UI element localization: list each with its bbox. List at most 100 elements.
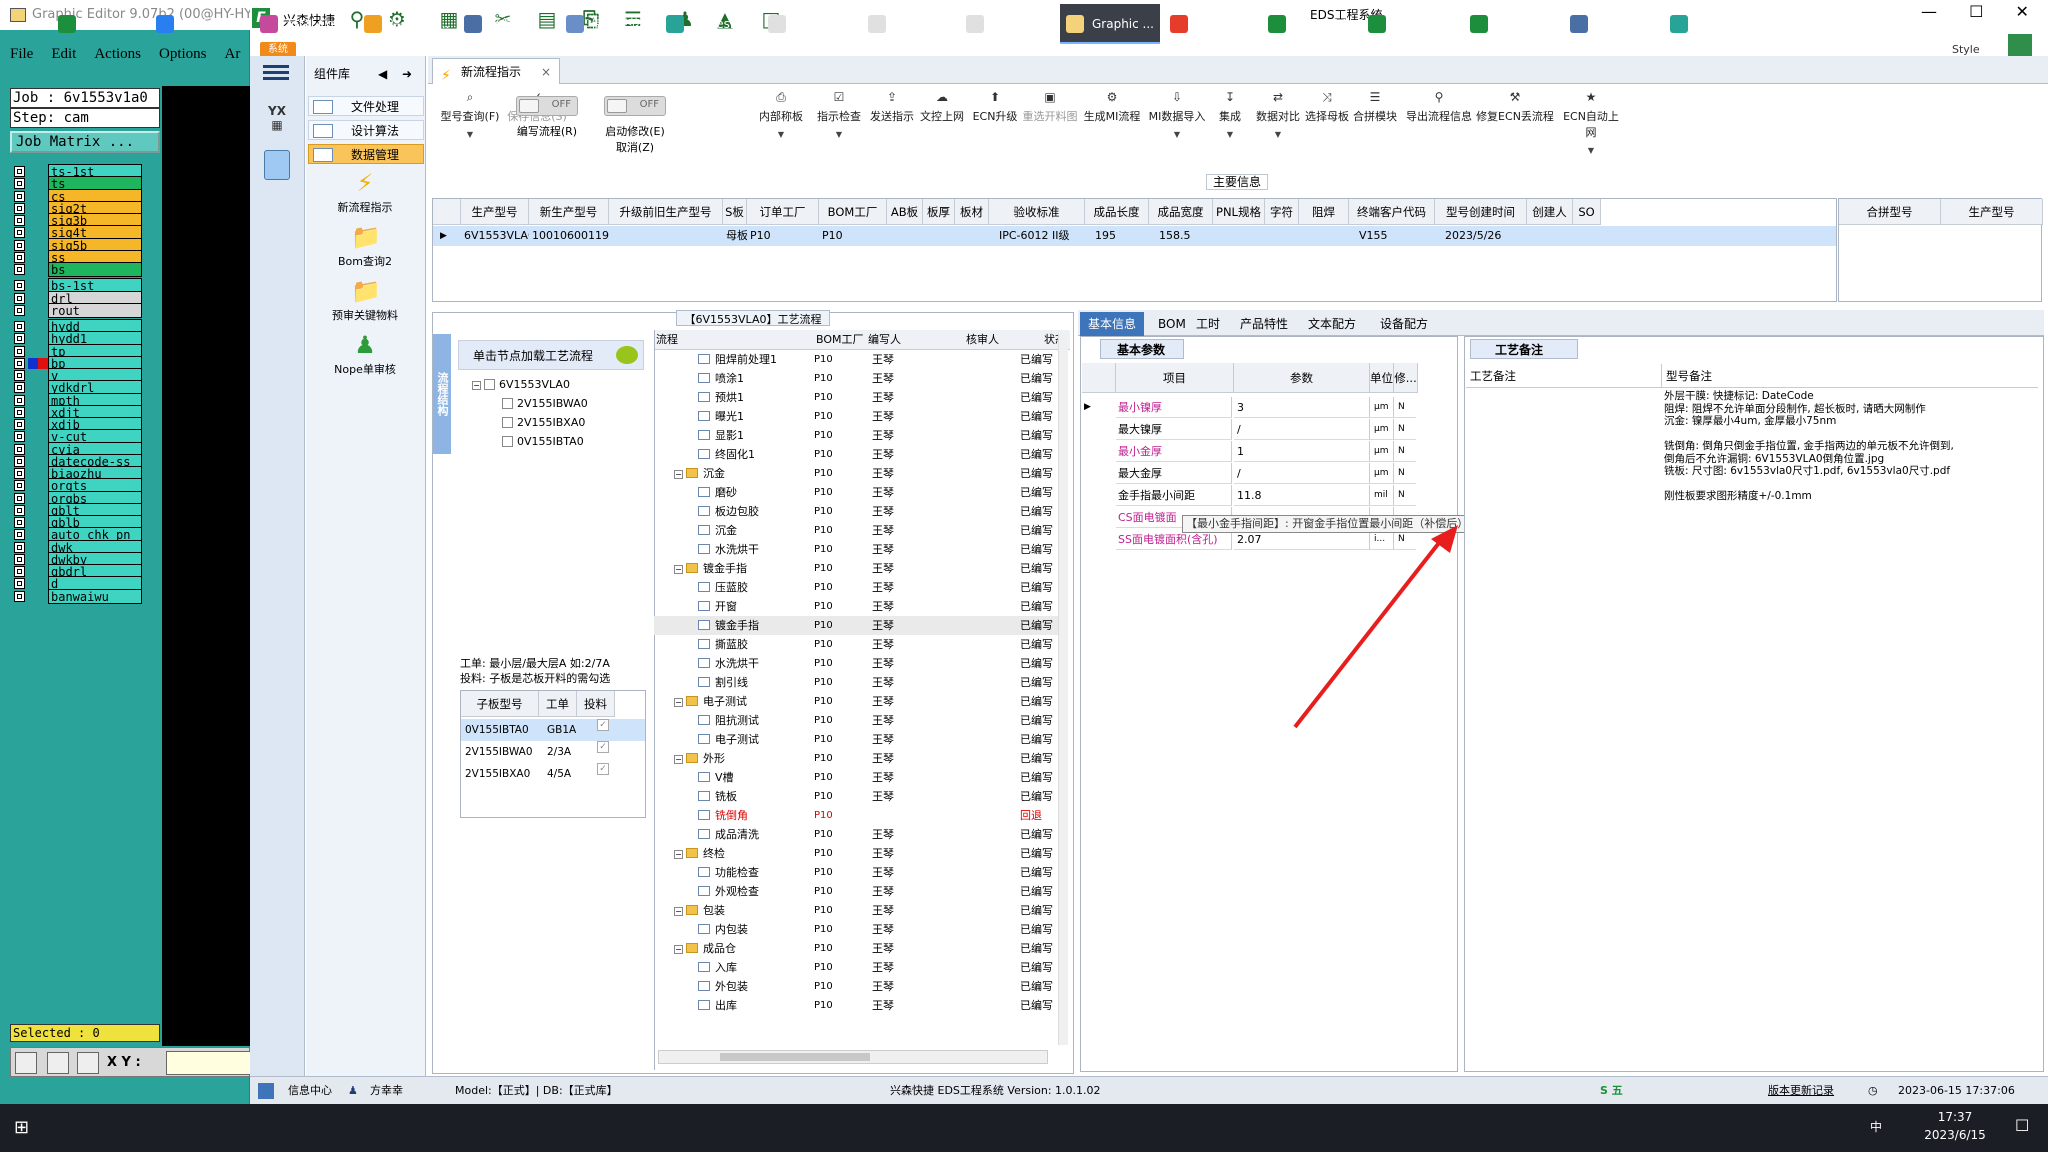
chevron-down-icon[interactable]: ▼ <box>1146 130 1208 139</box>
ge-menu-file[interactable]: File <box>10 46 33 70</box>
column-header[interactable]: 单位 <box>1370 363 1394 393</box>
taskbar-app[interactable]: EDS工程... <box>52 4 146 44</box>
table-cell[interactable] <box>1573 227 1601 245</box>
column-header[interactable]: 订单工厂 <box>747 199 819 225</box>
measure-tool-icon[interactable] <box>47 1052 69 1074</box>
list-item[interactable]: 出库 P10 王琴 已编写 <box>654 996 1058 1015</box>
taskbar-app[interactable]: 8V3L804... <box>1362 4 1460 44</box>
feed-checkbox[interactable]: ✓ <box>597 763 609 775</box>
hamburger-icon[interactable] <box>263 62 289 84</box>
ge-menu-edit[interactable]: Edit <box>51 46 76 70</box>
taskbar-app[interactable]: CAM_Gu... <box>1664 4 1760 44</box>
column-header[interactable]: 阻焊 <box>1299 199 1349 225</box>
chevron-down-icon[interactable]: ▼ <box>1558 146 1624 155</box>
model-notes-text[interactable]: 外层干膜: 快捷标记: DateCode 阻焊: 阻焊不允许单面分段制作, 超长… <box>1664 390 2034 530</box>
tab-4[interactable]: 文本配方 <box>1300 312 1364 336</box>
taskbar-app[interactable]: V3L8-71 <box>1464 4 1560 44</box>
flow-structure-side-tab[interactable]: 流程结构 <box>433 334 451 454</box>
taskbar-app[interactable]: Enginee... <box>762 4 856 44</box>
taskbar-app[interactable]: Total Co... <box>254 4 352 44</box>
library-item[interactable]: 文件处理 <box>308 96 424 116</box>
tab-new-flow[interactable]: ⚡ 新流程指示 × <box>432 58 560 84</box>
list-item[interactable]: 成品清洗 P10 王琴 已编写 <box>654 825 1058 844</box>
layer-checkbox[interactable] <box>14 304 25 316</box>
graphic-canvas[interactable] <box>162 86 250 1046</box>
list-item[interactable]: 水洗烘干 P10 王琴 已编写 <box>654 654 1058 673</box>
layer-checkbox[interactable] <box>14 590 25 602</box>
param-value[interactable]: 11.8 <box>1234 485 1370 506</box>
list-item[interactable]: 曝光1 P10 王琴 已编写 <box>654 407 1058 426</box>
column-header[interactable]: 工单 <box>539 691 577 717</box>
edit-toggle[interactable]: OFF <box>604 96 666 116</box>
list-item[interactable]: 外包装 P10 王琴 已编写 <box>654 977 1058 996</box>
toolbar-button[interactable]: ★ ECN自动上网 ▼ <box>1558 86 1624 155</box>
list-item[interactable]: 阻抗测试 P10 王琴 已编写 <box>654 711 1058 730</box>
column-header[interactable]: 子板型号 <box>461 691 539 717</box>
toolbar-button[interactable]: ⇄ 数据对比 ▼ <box>1254 86 1302 152</box>
zoom-tool-icon[interactable] <box>15 1052 37 1074</box>
column-header[interactable]: 成品宽度 <box>1149 199 1213 225</box>
taskbar-app[interactable]: Graphic ... <box>1060 4 1160 44</box>
list-item[interactable]: 铣倒角 P10 回退 <box>654 806 1058 825</box>
info-center[interactable]: 信息中心 <box>288 1077 332 1105</box>
calculator-icon[interactable] <box>264 150 290 180</box>
tree-collapse-icon[interactable]: − <box>674 850 683 859</box>
list-item[interactable]: − 沉金 P10 王琴 已编写 <box>654 464 1058 483</box>
table-row[interactable]: 最大镍厚 / μm N <box>1082 419 1418 440</box>
tab-close-icon[interactable]: × <box>541 59 551 85</box>
table-cell[interactable]: 195 <box>1085 227 1149 245</box>
column-header[interactable]: 创建人 <box>1527 199 1573 225</box>
toolbar-button[interactable]: ⇩ MI数据导入 ▼ <box>1146 86 1208 152</box>
tree-collapse-icon[interactable]: − <box>674 470 683 479</box>
tree-checkbox[interactable] <box>502 436 513 447</box>
column-header[interactable]: 板厚 <box>923 199 955 225</box>
table-cell[interactable]: 母板 <box>723 227 747 245</box>
list-item[interactable]: − 终检 P10 王琴 已编写 <box>654 844 1058 863</box>
column-header[interactable]: SO <box>1573 199 1601 225</box>
list-item[interactable]: − 包装 P10 王琴 已编写 <box>654 901 1058 920</box>
table-cell[interactable]: P10 <box>819 227 887 245</box>
list-item[interactable]: 外观检查 P10 王琴 已编写 <box>654 882 1058 901</box>
taskbar-app[interactable]: 8V3L804... <box>1262 4 1359 44</box>
ge-menu-actions[interactable]: Actions <box>94 46 141 70</box>
library-tile[interactable]: ♟ Nope单审核 <box>320 332 410 377</box>
list-item[interactable]: V槽 P10 王琴 已编写 <box>654 768 1058 787</box>
library-item[interactable]: 数据管理 <box>308 144 424 164</box>
taskbar-app[interactable]: cam of ... <box>960 4 1054 44</box>
chevron-down-icon[interactable]: ▼ <box>752 130 810 139</box>
list-item[interactable]: 显影1 P10 王琴 已编写 <box>654 426 1058 445</box>
library-tile[interactable]: 📁 预审关键物料 <box>320 278 410 323</box>
job-matrix-button[interactable]: Job Matrix ... <box>10 131 160 153</box>
column-header[interactable]: 终端客户代码 <box>1349 199 1435 225</box>
param-value[interactable]: / <box>1234 463 1370 484</box>
list-item[interactable]: 水洗烘干 P10 王琴 已编写 <box>654 540 1058 559</box>
column-header[interactable]: 升级前旧生产型号 <box>609 199 723 225</box>
toolbar-button[interactable]: ☰ 合拼模块 <box>1352 86 1398 152</box>
feed-checkbox[interactable]: ✓ <box>597 741 609 753</box>
layer-name[interactable]: bs <box>48 262 142 277</box>
column-header[interactable]: 新生产型号 <box>529 199 609 225</box>
tree-collapse-icon[interactable]: − <box>674 698 683 707</box>
chevron-left-icon[interactable]: ◀ <box>378 62 387 86</box>
list-item[interactable]: 铣板 P10 王琴 已编写 <box>654 787 1058 806</box>
list-item[interactable]: 磨砂 P10 王琴 已编写 <box>654 483 1058 502</box>
list-item[interactable]: 入库 P10 王琴 已编写 <box>654 958 1058 977</box>
column-header[interactable]: 项目 <box>1116 363 1234 393</box>
toolbar-button[interactable]: ☑ 指示检查 ▼ <box>812 86 866 152</box>
toolbar-button[interactable]: ↧ 集成 ▼ <box>1210 86 1250 152</box>
param-value[interactable]: / <box>1234 419 1370 440</box>
taskbar-clock[interactable]: 17:37 2023/6/15 <box>1920 1108 1990 1144</box>
layer-row[interactable]: bs <box>12 262 142 277</box>
edit-toggle[interactable]: OFF <box>516 96 578 116</box>
job-field[interactable]: Job : 6v1553v1a0 <box>10 88 160 108</box>
style-menu[interactable]: Style <box>1952 43 1980 56</box>
list-item[interactable]: 电子测试 P10 王琴 已编写 <box>654 730 1058 749</box>
table-cell[interactable] <box>887 227 923 245</box>
tree-collapse-icon[interactable]: − <box>674 945 683 954</box>
step-field[interactable]: Step: cam <box>10 108 160 128</box>
library-tile[interactable]: 📁 Bom查询2 <box>320 224 410 269</box>
toolbar-button[interactable]: ⚲ 导出流程信息 <box>1402 86 1476 152</box>
list-item[interactable]: 撕蓝胶 P10 王琴 已编写 <box>654 635 1058 654</box>
column-header[interactable]: BOM工厂 <box>819 199 887 225</box>
input-method-icon[interactable]: S 五 <box>1600 1077 1623 1105</box>
